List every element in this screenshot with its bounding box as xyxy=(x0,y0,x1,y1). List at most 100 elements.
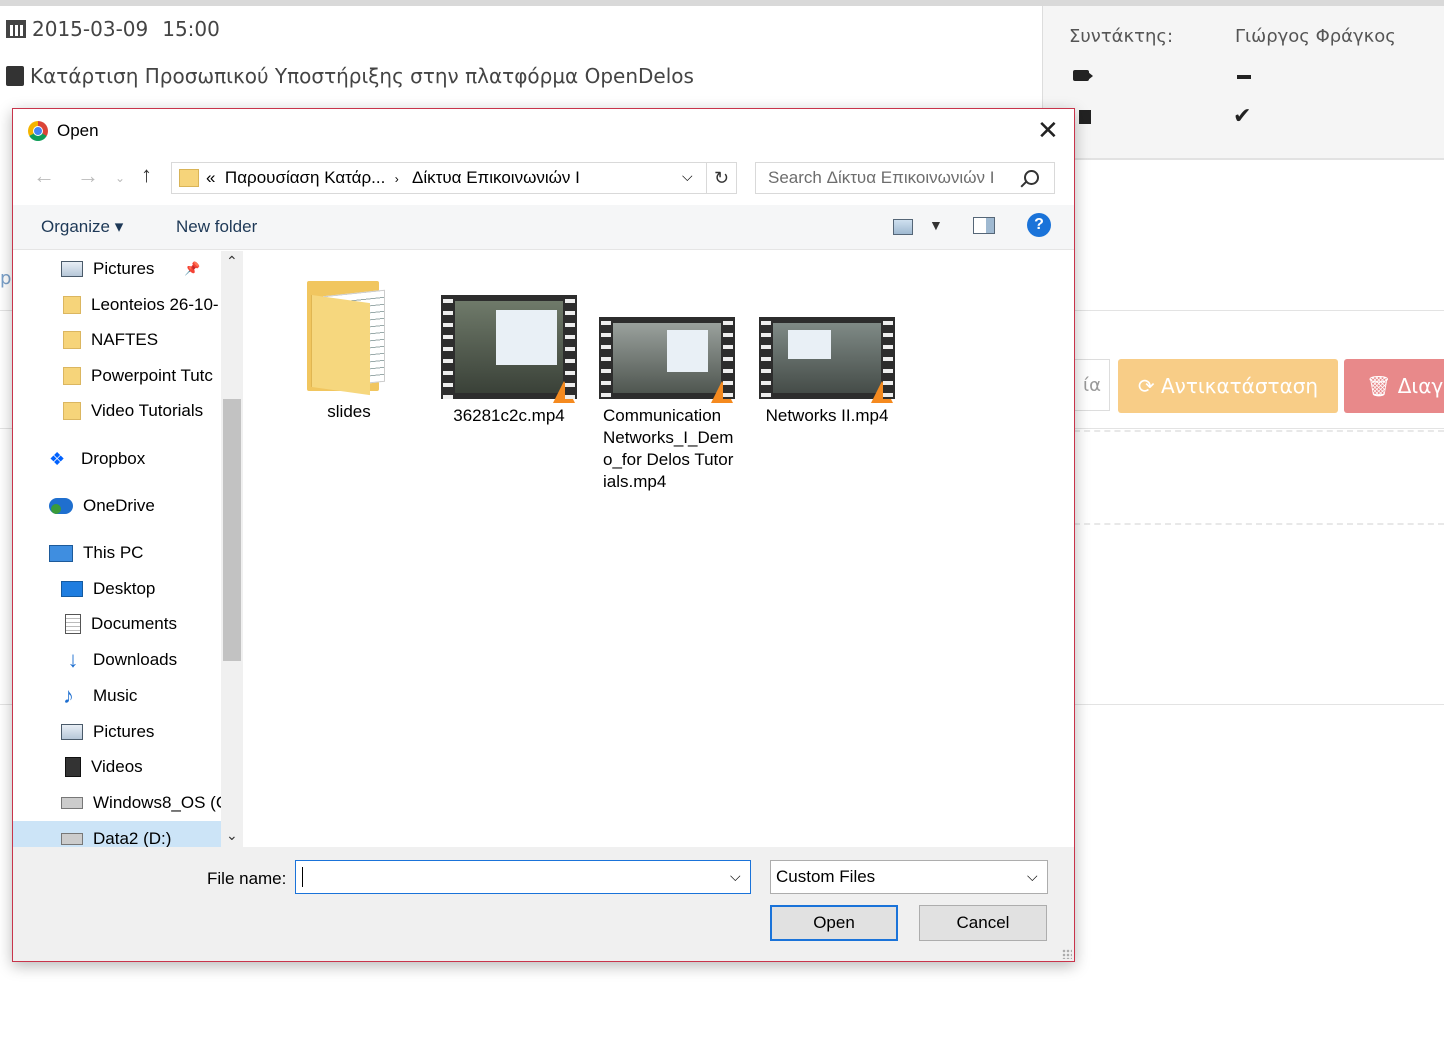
nav-item-label: Dropbox xyxy=(81,449,146,468)
nav-item-label: Video Tutorials xyxy=(91,401,204,420)
folder-icon xyxy=(301,277,397,396)
nav-item-this-pc[interactable]: This PC xyxy=(49,543,143,563)
nav-item-video-tutorials[interactable]: Video Tutorials xyxy=(63,401,203,421)
breadcrumb-separator-icon[interactable]: › xyxy=(395,172,399,186)
trash-icon: 🗑 xyxy=(1366,374,1392,398)
folder-icon xyxy=(179,169,199,187)
nav-item-naftes[interactable]: NAFTES xyxy=(63,330,158,350)
open-file-dialog: Open ✕ ← → ⌄ ↑ « Παρουσίαση Κατάρ... › Δ… xyxy=(12,108,1075,962)
drive-icon xyxy=(61,833,83,845)
nav-item-label: Music xyxy=(93,686,138,705)
view-options-dropdown-icon[interactable]: ▼ xyxy=(929,217,943,233)
search-input[interactable]: Search Δίκτυα Επικοινωνιών Ι xyxy=(768,168,1018,188)
forward-arrow-icon[interactable]: → xyxy=(77,163,99,189)
file-name-input[interactable]: ⌵ xyxy=(295,860,751,894)
recent-locations-chevron-icon[interactable]: ⌄ xyxy=(115,171,125,185)
navigation-bar: ← → ⌄ ↑ « Παρουσίαση Κατάρ... › Δίκτυα Ε… xyxy=(13,157,1074,201)
dialog-titlebar[interactable]: Open ✕ xyxy=(13,109,1074,153)
nav-item-documents[interactable]: Documents xyxy=(65,614,177,634)
up-arrow-icon[interactable]: ↑ xyxy=(141,162,152,188)
nav-item-music[interactable]: ♪ Music xyxy=(63,683,138,708)
refresh-icon: ⟳ xyxy=(1137,374,1155,398)
preview-pane-icon[interactable] xyxy=(973,217,995,234)
vlc-icon xyxy=(553,381,575,403)
chrome-icon xyxy=(28,121,48,141)
video-thumbnail-icon xyxy=(441,295,577,403)
address-dropdown-icon[interactable]: ⌵ xyxy=(682,168,693,185)
folder-icon xyxy=(63,367,81,385)
pin-icon[interactable]: 📌 xyxy=(184,261,200,277)
nav-item-data2[interactable]: Data2 (D:) xyxy=(61,829,171,847)
help-icon[interactable]: ? xyxy=(1027,213,1051,237)
search-icon[interactable] xyxy=(1024,170,1039,185)
breadcrumb-overflow[interactable]: « xyxy=(206,168,215,187)
course-title: Κατάρτιση Προσωπικού Υποστήριξης στην πλ… xyxy=(30,64,694,88)
file-item-slides[interactable]: slides xyxy=(279,277,419,423)
change-view-icon[interactable] xyxy=(893,219,913,235)
pictures-icon xyxy=(61,724,83,740)
book-icon xyxy=(6,66,24,86)
dashed-divider xyxy=(1074,523,1444,525)
resize-grip-icon[interactable] xyxy=(1062,949,1072,959)
breadcrumb-item[interactable]: Παρουσίαση Κατάρ... xyxy=(225,168,385,187)
dropbox-icon: ❖ xyxy=(49,449,66,469)
nav-item-powerpoint-tutorials[interactable]: Powerpoint Tutc xyxy=(63,366,213,386)
delete-button[interactable]: 🗑 Διαγρ xyxy=(1344,359,1444,413)
nav-item-desktop[interactable]: Desktop xyxy=(61,579,155,599)
file-item-networks-ii[interactable]: Networks II.mp4 xyxy=(757,317,897,427)
file-item-communication-networks[interactable]: Communication Networks_I_Demo_for Delos … xyxy=(597,317,737,493)
dashed-divider xyxy=(1074,430,1444,432)
scrollbar-thumb[interactable] xyxy=(223,399,241,661)
nav-item-onedrive[interactable]: OneDrive xyxy=(49,496,155,516)
nav-item-windows8-os[interactable]: Windows8_OS (C xyxy=(61,793,228,813)
flag-icon xyxy=(1079,110,1091,124)
delete-label: Διαγρ xyxy=(1397,374,1444,398)
nav-item-label: Videos xyxy=(91,757,143,776)
calendar-icon xyxy=(6,20,26,38)
file-list: slides 36281c2c.mp4 Communication Networ… xyxy=(245,251,1073,847)
desktop-icon xyxy=(61,581,83,597)
breadcrumb-item[interactable]: Δίκτυα Επικοινωνιών Ι xyxy=(412,168,580,187)
file-name: Networks II.mp4 xyxy=(765,406,889,425)
nav-item-leonteios[interactable]: Leonteios 26-10- xyxy=(63,295,219,315)
open-button[interactable]: Open xyxy=(770,905,898,941)
cancel-button[interactable]: Cancel xyxy=(919,905,1047,941)
chevron-down-icon: ⌵ xyxy=(1027,868,1038,884)
nav-item-dropbox[interactable]: ❖ Dropbox xyxy=(49,449,145,469)
nav-item-label: Desktop xyxy=(93,579,156,598)
back-arrow-icon[interactable]: ← xyxy=(33,163,55,189)
nav-item-label: This PC xyxy=(83,543,144,562)
nav-item-pictures[interactable]: Pictures xyxy=(61,722,154,742)
nav-item-downloads[interactable]: ↓ Downloads xyxy=(63,649,178,671)
file-item-36281c2c[interactable]: 36281c2c.mp4 xyxy=(439,295,579,427)
file-type-filter[interactable]: Custom Files ⌵ xyxy=(770,860,1048,894)
nav-item-label: Downloads xyxy=(93,650,178,669)
replace-button[interactable]: ⟳ Αντικατάσταση xyxy=(1118,359,1338,413)
drive-icon xyxy=(61,797,83,809)
replace-label: Αντικατάσταση xyxy=(1161,374,1319,398)
search-box[interactable]: Search Δίκτυα Επικοινωνιών Ι xyxy=(755,162,1055,194)
scroll-up-icon[interactable]: ⌃ xyxy=(226,253,238,270)
dialog-title: Open xyxy=(57,121,99,140)
nav-item-label: Leonteios 26-10- xyxy=(91,295,219,314)
close-icon[interactable]: ✕ xyxy=(1037,115,1059,146)
file-name-dropdown-icon[interactable]: ⌵ xyxy=(730,868,741,885)
music-icon: ♪ xyxy=(63,683,74,708)
nav-item-label: Powerpoint Tutc xyxy=(91,366,213,385)
vlc-icon xyxy=(871,381,893,403)
author-label: Συντάκτης: xyxy=(1069,26,1174,47)
lecture-title: Κατάρτιση Προσωπικού Υποστήριξης στην πλ… xyxy=(6,64,694,88)
organize-menu[interactable]: Organize ▾ xyxy=(41,217,123,237)
refresh-icon[interactable]: ↻ xyxy=(707,162,737,194)
this-pc-icon xyxy=(49,544,73,562)
nav-item-pictures-quick[interactable]: Pictures 📌 xyxy=(61,259,201,279)
file-name: slides xyxy=(327,402,371,421)
nav-item-label: Data2 (D:) xyxy=(93,829,172,847)
video-thumbnail-icon xyxy=(599,317,735,403)
nav-item-label: Windows8_OS (C xyxy=(93,793,229,812)
scroll-down-icon[interactable]: ⌄ xyxy=(226,827,238,844)
new-folder-button[interactable]: New folder xyxy=(176,217,257,237)
address-bar[interactable]: « Παρουσίαση Κατάρ... › Δίκτυα Επικοινων… xyxy=(171,162,707,194)
info-panel: Συντάκτης: Γιώργος Φράγκος ✔ xyxy=(1042,6,1444,160)
nav-item-videos[interactable]: Videos xyxy=(65,757,143,777)
